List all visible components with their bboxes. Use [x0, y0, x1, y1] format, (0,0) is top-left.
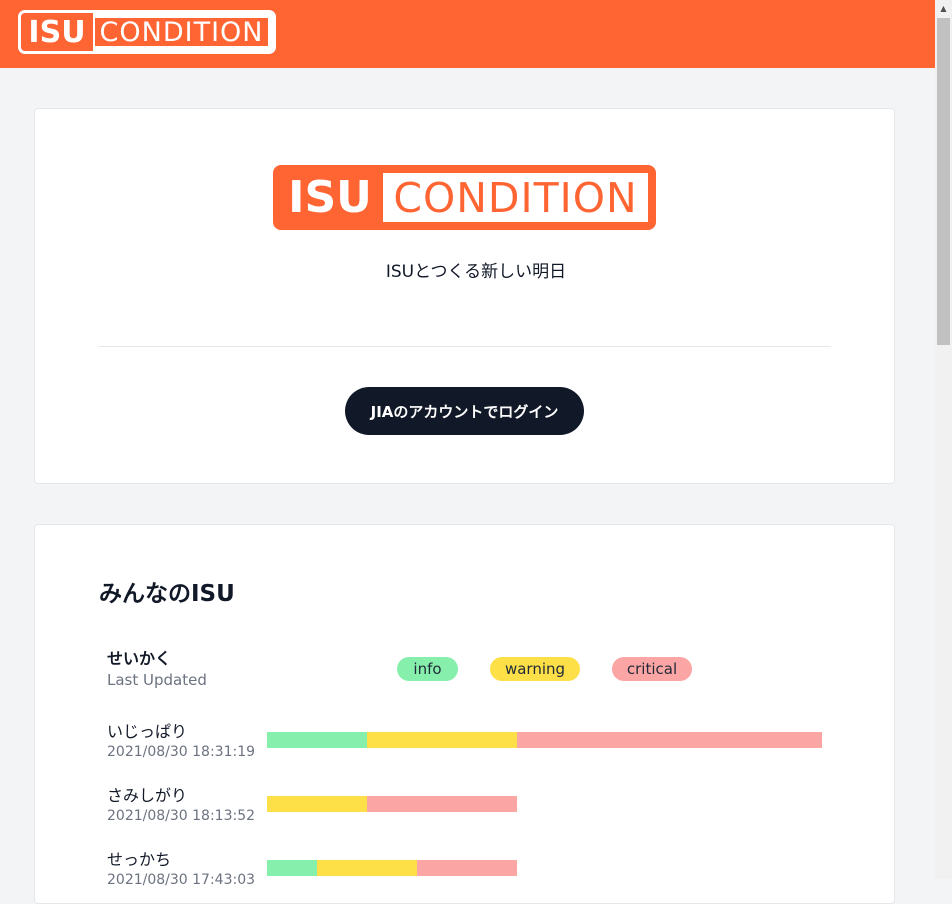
column-header-updated: Last Updated: [107, 671, 207, 689]
condition-bar-critical-segment: [517, 732, 822, 748]
condition-bar: [267, 796, 517, 812]
condition-bar-warning-segment: [317, 860, 417, 876]
column-header-character: せいかく: [107, 649, 172, 668]
logo-isu-text: ISU: [21, 13, 93, 51]
hero-logo-condition-text: CONDITION: [383, 173, 648, 222]
isu-row-name[interactable]: さみしがり: [107, 782, 187, 806]
isu-row-name[interactable]: いじっぱり: [107, 718, 187, 742]
legend-info-badge: info: [397, 657, 458, 681]
legend-warning-badge: warning: [490, 657, 580, 681]
hero-logo: ISU CONDITION: [273, 165, 656, 230]
condition-bar-critical-segment: [367, 796, 517, 812]
condition-bar-warning-segment: [267, 796, 367, 812]
hero-logo-isu-text: ISU: [277, 169, 383, 226]
tagline: ISUとつくる新しい明日: [385, 262, 567, 282]
legend-critical-badge: critical: [612, 657, 692, 681]
isu-row-name[interactable]: せっかち: [107, 846, 171, 870]
condition-bar-critical-segment: [417, 860, 517, 876]
condition-bar-info-segment: [267, 860, 317, 876]
header-logo[interactable]: ISU CONDITION: [18, 10, 276, 54]
jia-login-button[interactable]: JIAのアカウントでログイン: [345, 387, 584, 435]
scroll-thumb[interactable]: [937, 18, 950, 345]
isu-row-timestamp: 2021/08/30 18:13:52: [107, 808, 256, 824]
isu-row-timestamp: 2021/08/30 17:43:03: [107, 872, 256, 888]
section-title: みんなのISU: [99, 581, 235, 607]
divider: [99, 346, 831, 347]
vertical-scrollbar[interactable]: ▲: [935, 0, 952, 879]
condition-bar-info-segment: [267, 732, 367, 748]
logo-condition-text: CONDITION: [93, 16, 270, 48]
condition-bar: [267, 732, 822, 748]
scroll-up-arrow-icon[interactable]: ▲: [935, 0, 952, 17]
condition-bar-warning-segment: [367, 732, 517, 748]
isu-row-timestamp: 2021/08/30 18:31:19: [107, 744, 256, 760]
condition-bar: [267, 860, 517, 876]
top-header: ISU CONDITION: [0, 0, 935, 68]
